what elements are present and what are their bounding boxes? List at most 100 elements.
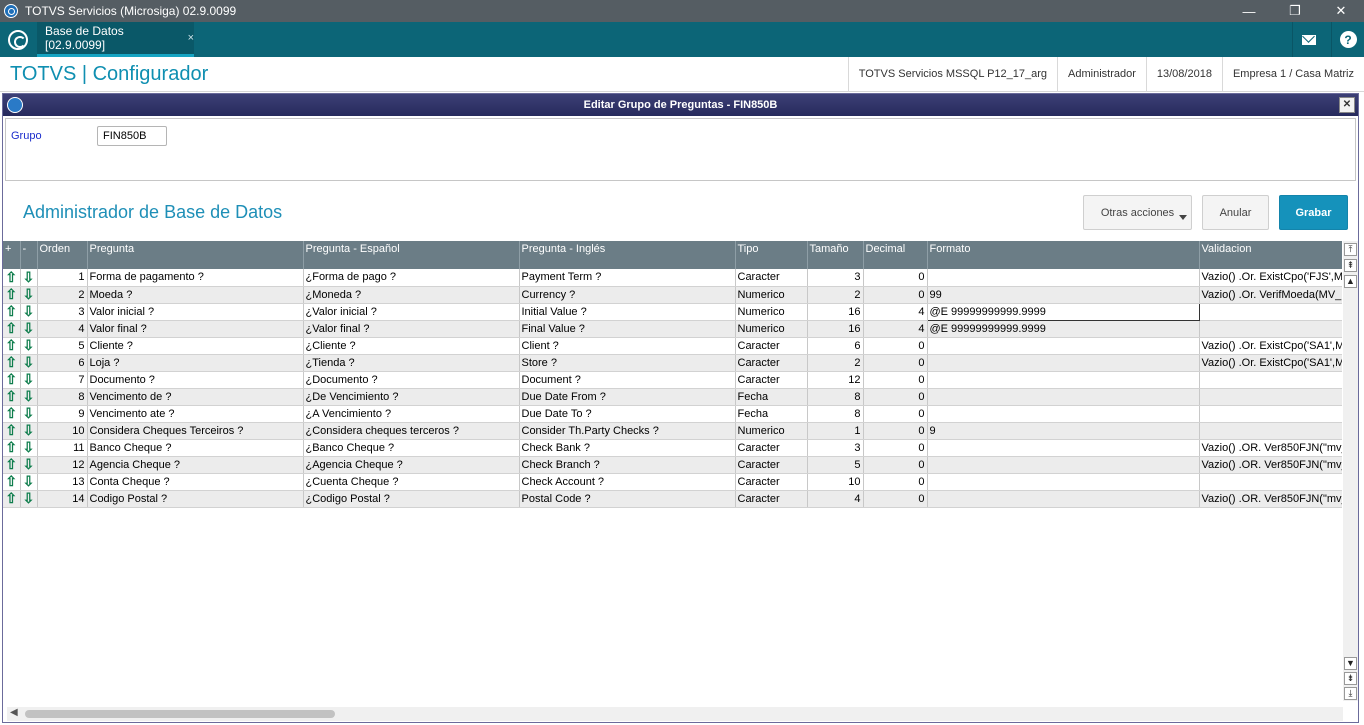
table-row[interactable]: ⇧ ⇩ 4 Valor final ? ¿Valor final ? Final Valu… <box>3 320 1342 338</box>
cell-validacion[interactable] <box>1199 473 1342 491</box>
cell-ingles[interactable]: Initial Value ? <box>519 303 736 321</box>
cell-tipo[interactable]: Fecha <box>735 388 808 406</box>
cell-orden[interactable]: 2 <box>37 286 88 304</box>
cell-decimal[interactable]: 4 <box>863 320 928 338</box>
cell-orden[interactable]: 5 <box>37 337 88 355</box>
arrow-down-icon[interactable]: ⇩ <box>23 406 35 420</box>
arrow-up-icon[interactable]: ⇧ <box>5 338 17 352</box>
cell-tipo[interactable]: Numerico <box>735 422 808 440</box>
cell-pregunta[interactable]: Valor final ? <box>87 320 304 338</box>
column-header[interactable]: Validacion <box>1199 241 1342 269</box>
cell-decimal[interactable]: 0 <box>863 405 928 423</box>
cell-orden[interactable]: 11 <box>37 439 88 457</box>
cell-espanol[interactable]: ¿Codigo Postal ? <box>303 490 520 508</box>
cell-tipo[interactable]: Caracter <box>735 269 808 287</box>
cell-decimal[interactable]: 0 <box>863 269 928 287</box>
anular-button[interactable]: Anular <box>1202 195 1269 230</box>
cell-ingles[interactable]: Postal Code ? <box>519 490 736 508</box>
table-row[interactable]: ⇧ ⇩ 1 Forma de pagamento ? ¿Forma de pago ? P… <box>3 269 1342 287</box>
arrow-up-icon[interactable]: ⇧ <box>5 406 17 420</box>
cell-espanol[interactable]: ¿Moneda ? <box>303 286 520 304</box>
cell-tamano[interactable]: 3 <box>807 269 864 287</box>
arrow-down-icon[interactable]: ⇩ <box>23 440 35 454</box>
move-up-cell[interactable]: ⇧ <box>3 473 21 491</box>
tab-close-icon[interactable]: × <box>188 32 194 44</box>
cell-ingles[interactable]: Client ? <box>519 337 736 355</box>
column-header[interactable]: + <box>3 241 21 269</box>
cell-tamano[interactable]: 2 <box>807 286 864 304</box>
cell-formato[interactable] <box>927 388 1200 406</box>
move-up-cell[interactable]: ⇧ <box>3 490 21 508</box>
move-down-cell[interactable]: ⇩ <box>20 337 38 355</box>
cell-validacion[interactable]: Vazio() .OR. Ver850FJN("mv_par <box>1199 490 1342 508</box>
scroll-top-icon[interactable]: ⤒ <box>1344 243 1357 256</box>
cell-ingles[interactable]: Due Date To ? <box>519 405 736 423</box>
cell-tamano[interactable]: 12 <box>807 371 864 389</box>
move-up-cell[interactable]: ⇧ <box>3 337 21 355</box>
cell-pregunta[interactable]: Loja ? <box>87 354 304 372</box>
horizontal-scrollbar[interactable]: ◀ <box>7 707 1343 721</box>
cell-decimal[interactable]: 0 <box>863 371 928 389</box>
move-up-cell[interactable]: ⇧ <box>3 371 21 389</box>
cell-tamano[interactable]: 8 <box>807 405 864 423</box>
cell-ingles[interactable]: Consider Th.Party Checks ? <box>519 422 736 440</box>
arrow-up-icon[interactable]: ⇧ <box>5 457 17 471</box>
cell-ingles[interactable]: Check Account ? <box>519 473 736 491</box>
cell-espanol[interactable]: ¿Valor final ? <box>303 320 520 338</box>
move-up-cell[interactable]: ⇧ <box>3 286 21 304</box>
cell-orden[interactable]: 9 <box>37 405 88 423</box>
move-down-cell[interactable]: ⇩ <box>20 354 38 372</box>
cell-validacion[interactable]: Vazio() .Or. ExistCpo('SA1',MV_ <box>1199 337 1342 355</box>
cell-tipo[interactable]: Fecha <box>735 405 808 423</box>
cell-ingles[interactable]: Currency ? <box>519 286 736 304</box>
cell-tipo[interactable]: Caracter <box>735 354 808 372</box>
column-header[interactable]: Pregunta - Español <box>303 241 520 269</box>
table-row[interactable]: ⇧ ⇩ 2 Moeda ? ¿Moneda ? Currency ? Numerico 2 0 9… <box>3 286 1342 304</box>
table-row[interactable]: ⇧ ⇩ 9 Vencimento ate ? ¿A Vencimiento ? Due D… <box>3 405 1342 423</box>
arrow-down-icon[interactable]: ⇩ <box>23 423 35 437</box>
column-header[interactable]: - <box>20 241 38 269</box>
move-down-cell[interactable]: ⇩ <box>20 473 38 491</box>
cell-pregunta[interactable]: Forma de pagamento ? <box>87 269 304 287</box>
cell-formato[interactable] <box>927 269 1200 287</box>
arrow-up-icon[interactable]: ⇧ <box>5 304 17 318</box>
column-header[interactable]: Pregunta - Inglés <box>519 241 736 269</box>
cell-espanol[interactable]: ¿Forma de pago ? <box>303 269 520 287</box>
cell-ingles[interactable]: Due Date From ? <box>519 388 736 406</box>
cell-pregunta[interactable]: Cliente ? <box>87 337 304 355</box>
grabar-button[interactable]: Grabar <box>1279 195 1348 230</box>
move-up-cell[interactable]: ⇧ <box>3 354 21 372</box>
restore-button[interactable]: ❐ <box>1272 0 1318 22</box>
table-row[interactable]: ⇧ ⇩ 3 Valor inicial ? ¿Valor inicial ? Initia… <box>3 302 1342 321</box>
table-row[interactable]: ⇧ ⇩ 10 Considera Cheques Terceiros ? ¿Consid… <box>3 422 1342 440</box>
cell-orden[interactable]: 10 <box>37 422 88 440</box>
column-header[interactable]: Formato <box>927 241 1200 269</box>
cell-orden[interactable]: 6 <box>37 354 88 372</box>
cell-ingles[interactable]: Final Value ? <box>519 320 736 338</box>
cell-tamano[interactable]: 6 <box>807 337 864 355</box>
move-down-cell[interactable]: ⇩ <box>20 456 38 474</box>
move-down-cell[interactable]: ⇩ <box>20 320 38 338</box>
arrow-down-icon[interactable]: ⇩ <box>23 270 35 284</box>
cell-espanol[interactable]: ¿Banco Cheque ? <box>303 439 520 457</box>
move-down-cell[interactable]: ⇩ <box>20 371 38 389</box>
column-header[interactable]: Pregunta <box>87 241 304 269</box>
arrow-down-icon[interactable]: ⇩ <box>23 457 35 471</box>
cell-decimal[interactable]: 0 <box>863 354 928 372</box>
cell-pregunta[interactable]: Vencimento de ? <box>87 388 304 406</box>
cell-pregunta[interactable]: Documento ? <box>87 371 304 389</box>
arrow-up-icon[interactable]: ⇧ <box>5 372 17 386</box>
cell-espanol[interactable]: ¿A Vencimiento ? <box>303 405 520 423</box>
table-row[interactable]: ⇧ ⇩ 5 Cliente ? ¿Cliente ? Client ? Caracter 6 0… <box>3 337 1342 355</box>
table-row[interactable]: ⇧ ⇩ 6 Loja ? ¿Tienda ? Store ? Caracter 2 0 Vazio… <box>3 354 1342 372</box>
cell-tamano[interactable]: 8 <box>807 388 864 406</box>
scroll-page-down-icon[interactable]: ⇟ <box>1344 672 1357 685</box>
move-down-cell[interactable]: ⇩ <box>20 269 38 287</box>
cell-orden[interactable]: 14 <box>37 490 88 508</box>
cell-validacion[interactable]: Vazio() .OR. Ver850FJN("mv_par <box>1199 439 1342 457</box>
cell-formato[interactable]: @E 99999999999.9999 <box>926 302 1200 321</box>
table-row[interactable]: ⇧ ⇩ 7 Documento ? ¿Documento ? Document ? Cara… <box>3 371 1342 389</box>
arrow-up-icon[interactable]: ⇧ <box>5 389 17 403</box>
mail-button[interactable] <box>1292 22 1325 57</box>
move-down-cell[interactable]: ⇩ <box>20 303 38 321</box>
